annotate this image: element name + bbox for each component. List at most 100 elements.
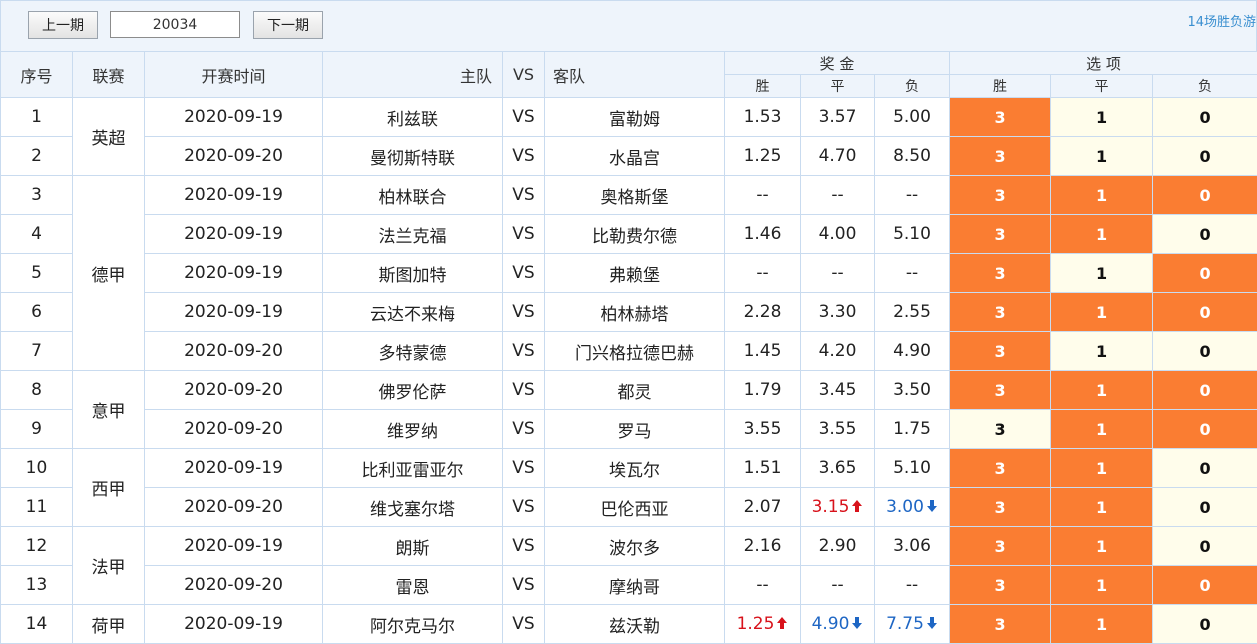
odds-win: 3.55: [725, 410, 801, 449]
option-draw[interactable]: 1: [1051, 488, 1153, 527]
option-draw[interactable]: 1: [1051, 254, 1153, 293]
match-index: 2: [1, 137, 73, 176]
away-team: 水晶宫: [545, 137, 725, 176]
option-win[interactable]: 3: [950, 488, 1051, 527]
option-win[interactable]: 3: [950, 410, 1051, 449]
option-win[interactable]: 3: [950, 176, 1051, 215]
odds-win: 2.07: [725, 488, 801, 527]
option-win[interactable]: 3: [950, 254, 1051, 293]
away-team: 兹沃勒: [545, 605, 725, 644]
odds-value: 5.10: [893, 224, 931, 244]
odds-value: 2.07: [744, 497, 782, 517]
odds-value: 3.55: [819, 419, 857, 439]
next-issue-button[interactable]: 下一期: [253, 11, 323, 39]
home-team: 阿尔克马尔: [323, 605, 503, 644]
away-team: 比勒费尔德: [545, 215, 725, 254]
header-league: 联赛: [73, 52, 145, 98]
option-win[interactable]: 3: [950, 332, 1051, 371]
match-date: 2020-09-19: [145, 449, 323, 488]
match-table: 序号 联赛 开赛时间 主队 VS 客队 奖 金 选 项 胜 平 负 胜 平 负 …: [0, 51, 1257, 644]
option-draw[interactable]: 1: [1051, 527, 1153, 566]
odds-win: 1.25: [725, 605, 801, 644]
option-win[interactable]: 3: [950, 449, 1051, 488]
odds-value: 1.25: [737, 614, 775, 634]
odds-value: --: [906, 185, 918, 205]
option-win[interactable]: 3: [950, 566, 1051, 605]
option-lose[interactable]: 0: [1153, 488, 1257, 527]
option-lose[interactable]: 0: [1153, 98, 1257, 137]
prev-issue-button[interactable]: 上一期: [28, 11, 98, 39]
odds-value: 4.20: [819, 341, 857, 361]
away-team: 柏林赫塔: [545, 293, 725, 332]
vs-label: VS: [503, 371, 545, 410]
home-team: 维戈塞尔塔: [323, 488, 503, 527]
match-date: 2020-09-19: [145, 293, 323, 332]
option-lose[interactable]: 0: [1153, 566, 1257, 605]
home-team: 朗斯: [323, 527, 503, 566]
table-row: 12法甲2020-09-19朗斯VS波尔多2.162.903.06310: [1, 527, 1257, 566]
option-draw[interactable]: 1: [1051, 332, 1153, 371]
option-draw[interactable]: 1: [1051, 137, 1153, 176]
option-lose[interactable]: 0: [1153, 371, 1257, 410]
odds-value: 1.75: [893, 419, 931, 439]
issue-number-input[interactable]: [110, 11, 240, 38]
vs-label: VS: [503, 293, 545, 332]
home-team: 斯图加特: [323, 254, 503, 293]
vs-label: VS: [503, 449, 545, 488]
option-draw[interactable]: 1: [1051, 449, 1153, 488]
odds-lose: 5.10: [875, 215, 950, 254]
vs-label: VS: [503, 488, 545, 527]
away-team: 波尔多: [545, 527, 725, 566]
odds-win: 1.79: [725, 371, 801, 410]
option-win[interactable]: 3: [950, 293, 1051, 332]
option-win[interactable]: 3: [950, 371, 1051, 410]
odds-draw: 3.55: [801, 410, 875, 449]
odds-lose: 7.75: [875, 605, 950, 644]
option-draw[interactable]: 1: [1051, 293, 1153, 332]
option-win[interactable]: 3: [950, 527, 1051, 566]
home-team: 利兹联: [323, 98, 503, 137]
odds-draw: 4.00: [801, 215, 875, 254]
odds-value: 2.28: [744, 302, 782, 322]
option-lose[interactable]: 0: [1153, 332, 1257, 371]
option-win[interactable]: 3: [950, 137, 1051, 176]
toolbar: 上一期 下一期 14场胜负游: [0, 0, 1257, 51]
option-draw[interactable]: 1: [1051, 176, 1153, 215]
option-lose[interactable]: 0: [1153, 293, 1257, 332]
option-lose[interactable]: 0: [1153, 254, 1257, 293]
option-draw[interactable]: 1: [1051, 371, 1153, 410]
option-draw[interactable]: 1: [1051, 98, 1153, 137]
match-date: 2020-09-19: [145, 176, 323, 215]
home-team: 佛罗伦萨: [323, 371, 503, 410]
option-lose[interactable]: 0: [1153, 410, 1257, 449]
option-draw[interactable]: 1: [1051, 215, 1153, 254]
option-win[interactable]: 3: [950, 98, 1051, 137]
match-date: 2020-09-20: [145, 332, 323, 371]
option-lose[interactable]: 0: [1153, 176, 1257, 215]
option-lose[interactable]: 0: [1153, 449, 1257, 488]
header-options: 选 项: [950, 52, 1257, 75]
odds-draw: 3.30: [801, 293, 875, 332]
table-row: 3德甲2020-09-19柏林联合VS奥格斯堡------310: [1, 176, 1257, 215]
option-lose[interactable]: 0: [1153, 215, 1257, 254]
odds-draw: 4.20: [801, 332, 875, 371]
option-lose[interactable]: 0: [1153, 137, 1257, 176]
odds-lose: --: [875, 566, 950, 605]
away-team: 埃瓦尔: [545, 449, 725, 488]
option-lose[interactable]: 0: [1153, 527, 1257, 566]
match-index: 14: [1, 605, 73, 644]
option-draw[interactable]: 1: [1051, 410, 1153, 449]
option-lose[interactable]: 0: [1153, 605, 1257, 644]
option-draw[interactable]: 1: [1051, 566, 1153, 605]
header-option-lose: 负: [1153, 75, 1257, 98]
odds-value: 4.90: [812, 614, 850, 634]
odds-lose: 4.90: [875, 332, 950, 371]
lottery-14-link[interactable]: 14场胜负游: [1187, 11, 1256, 30]
vs-label: VS: [503, 98, 545, 137]
option-win[interactable]: 3: [950, 605, 1051, 644]
option-draw[interactable]: 1: [1051, 605, 1153, 644]
match-index: 1: [1, 98, 73, 137]
match-date: 2020-09-20: [145, 566, 323, 605]
odds-lose: 5.10: [875, 449, 950, 488]
option-win[interactable]: 3: [950, 215, 1051, 254]
